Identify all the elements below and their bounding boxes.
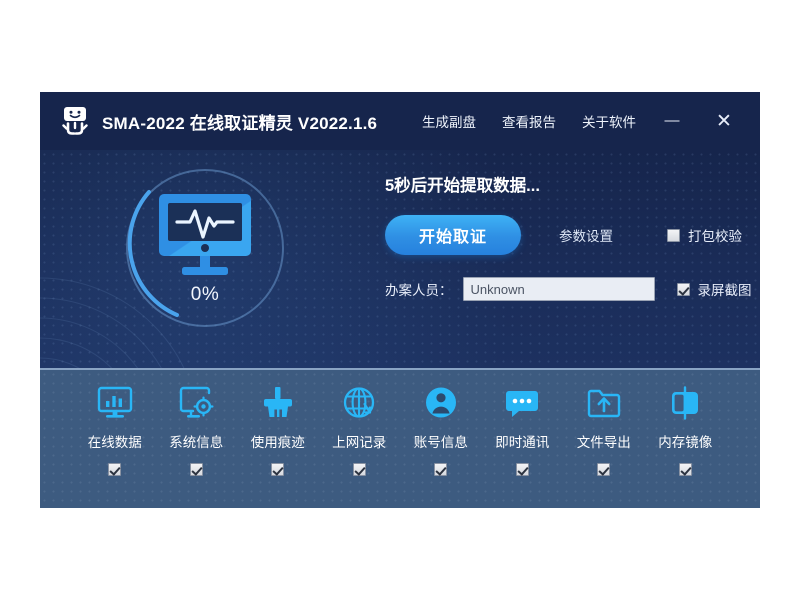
module-memory-image[interactable]: 内存镜像 <box>645 384 727 476</box>
start-forensics-button[interactable]: 开始取证 <box>385 215 521 255</box>
module-checkbox[interactable] <box>597 463 610 476</box>
module-account-info[interactable]: 账号信息 <box>400 384 482 476</box>
app-window: SMA-2022 在线取证精灵 V2022.1.6 生成副盘 查看报告 关于软件… <box>40 92 760 508</box>
minimize-button[interactable]: — <box>662 113 682 128</box>
module-checkbox[interactable] <box>353 463 366 476</box>
module-checkbox[interactable] <box>108 463 121 476</box>
module-label: 使用痕迹 <box>251 431 305 451</box>
module-system-info[interactable]: 系统信息 <box>156 384 238 476</box>
package-verify-label: 打包校验 <box>688 225 742 245</box>
menu-about-software[interactable]: 关于软件 <box>582 111 636 131</box>
controls-area: 5秒后开始提取数据... 开始取证 参数设置 打包校验 办案人员： 录屏截图 <box>385 172 742 301</box>
si-character-smiley-logo-icon <box>58 104 92 138</box>
folder-upload-icon <box>585 384 623 422</box>
module-checkbox[interactable] <box>271 463 284 476</box>
menu-generate-secondary-disk[interactable]: 生成副盘 <box>422 111 476 131</box>
status-text: 5秒后开始提取数据... <box>385 172 742 196</box>
module-checkbox[interactable] <box>434 463 447 476</box>
module-checkbox[interactable] <box>679 463 692 476</box>
module-label: 即时通讯 <box>495 431 549 451</box>
chart-monitor-icon <box>96 384 134 422</box>
module-label: 在线数据 <box>88 431 142 451</box>
menu-view-report[interactable]: 查看报告 <box>502 111 556 131</box>
user-circle-icon <box>422 384 460 422</box>
module-label: 内存镜像 <box>658 431 712 451</box>
module-online-data[interactable]: 在线数据 <box>74 384 156 476</box>
module-checkbox[interactable] <box>516 463 529 476</box>
screen-record-checkbox[interactable] <box>677 283 690 296</box>
module-label: 系统信息 <box>169 431 223 451</box>
brush-icon <box>259 384 297 422</box>
module-label: 上网记录 <box>332 431 386 451</box>
module-checkbox[interactable] <box>190 463 203 476</box>
operator-label: 办案人员： <box>385 279 453 299</box>
operator-row: 办案人员： 录屏截图 <box>385 277 742 301</box>
module-browsing-history[interactable]: 上网记录 <box>319 384 401 476</box>
app-title: SMA-2022 在线取证精灵 V2022.1.6 <box>102 109 377 134</box>
package-verify-checkbox-group[interactable]: 打包校验 <box>667 225 742 245</box>
globe-icon <box>340 384 378 422</box>
module-file-export[interactable]: 文件导出 <box>563 384 645 476</box>
operator-input[interactable] <box>463 277 655 301</box>
module-usage-traces[interactable]: 使用痕迹 <box>237 384 319 476</box>
monitor-pulse-icon <box>157 192 253 278</box>
title-bar: SMA-2022 在线取证精灵 V2022.1.6 生成副盘 查看报告 关于软件… <box>40 92 760 150</box>
main-panel: 0% 5秒后开始提取数据... 开始取证 参数设置 打包校验 办案人员： 录屏截… <box>40 150 760 368</box>
module-label: 文件导出 <box>577 431 631 451</box>
monitor-gear-icon <box>177 384 215 422</box>
screen-record-label: 录屏截图 <box>698 279 752 299</box>
close-button[interactable]: ✕ <box>714 112 734 131</box>
action-row: 开始取证 参数设置 打包校验 <box>385 215 742 255</box>
parameter-settings-link[interactable]: 参数设置 <box>559 225 613 245</box>
title-bar-menu: 生成副盘 查看报告 关于软件 — ✕ <box>422 111 734 131</box>
progress-percent-label: 0% <box>115 284 295 306</box>
package-verify-checkbox[interactable] <box>667 229 680 242</box>
module-panel: 在线数据 系统信息 <box>40 368 760 508</box>
chat-bubble-icon <box>503 384 541 422</box>
module-label: 账号信息 <box>414 431 468 451</box>
memory-mirror-icon <box>666 384 704 422</box>
module-instant-messaging[interactable]: 即时通讯 <box>482 384 564 476</box>
progress-indicator: 0% <box>115 158 295 338</box>
screen-record-checkbox-group[interactable]: 录屏截图 <box>677 279 752 299</box>
